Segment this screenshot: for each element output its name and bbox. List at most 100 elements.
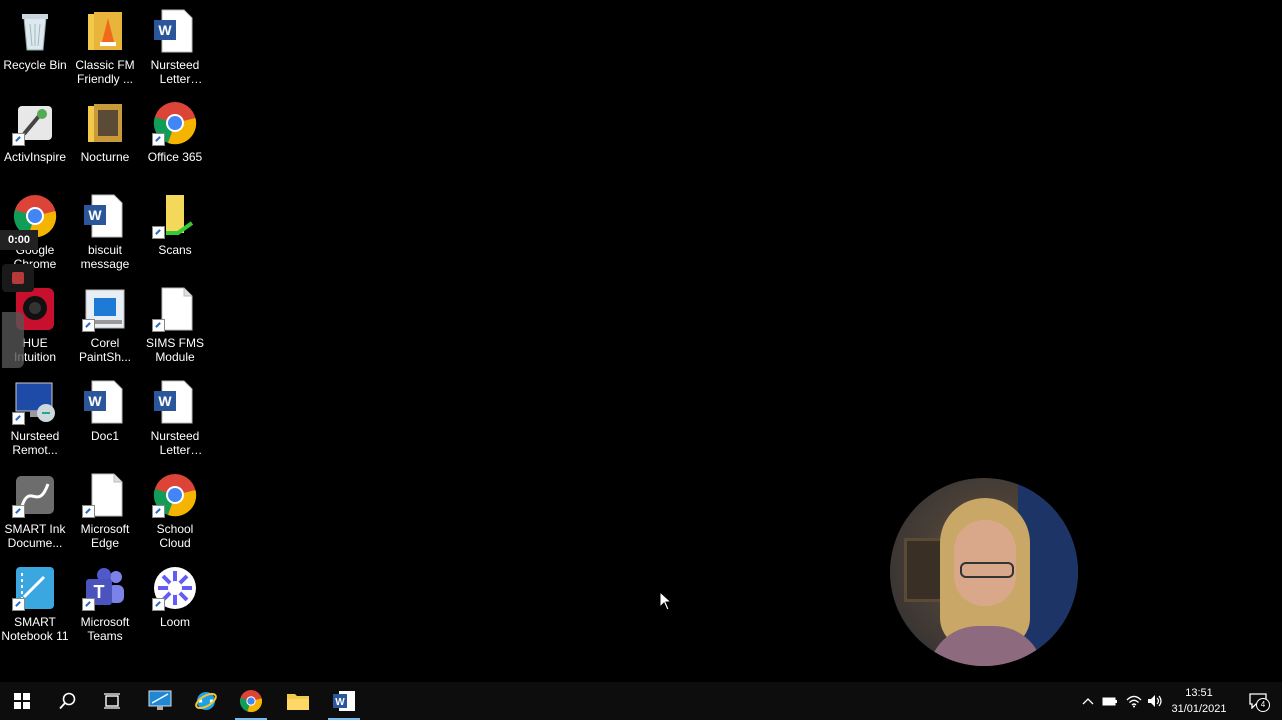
desktop-icon-activinspire[interactable]: ActivInspire [0,100,70,164]
battery-button[interactable] [1099,682,1121,720]
chevron-up-icon [1082,698,1094,705]
desktop-icon-nursteed-letter-head-1[interactable]: W Nursteed Letter Head... [140,8,210,86]
taskbar-remote-desktop[interactable] [138,682,182,720]
word-document-icon: W [152,8,198,54]
desktop-icon-nursteed-remote[interactable]: Nursteed Remot... [0,379,70,457]
clock-time: 13:51 [1185,687,1213,699]
desktop-icon-scans[interactable]: Scans [140,193,210,257]
stop-icon [12,272,24,284]
search-button[interactable] [46,682,90,720]
icon-label: Recycle Bin [3,58,67,72]
desktop: Recycle Bin ActivInspire Google Chrome H… [0,0,1282,682]
desktop-icon-corel[interactable]: Corel PaintSh... [70,286,140,364]
remote-desktop-icon [148,690,172,710]
taskbar-chrome[interactable] [229,682,273,720]
smart-ink-icon [12,472,58,518]
taskbar-file-explorer[interactable] [276,682,320,720]
desktop-icon-nocturne[interactable]: Nocturne [70,100,140,164]
stop-recording-button[interactable] [2,264,34,292]
shortcut-arrow-icon [152,598,165,611]
icon-label: Office 365 [147,150,203,164]
internet-explorer-icon [195,692,217,710]
desktop-icon-biscuit-message[interactable]: W biscuit message [70,193,140,271]
svg-text:W: W [158,393,172,409]
webcam-person-glasses [960,562,1014,578]
icon-label: Corel PaintSh... [78,336,132,364]
word-document-icon: W [152,379,198,425]
notification-count-badge: 4 [1256,698,1270,712]
file-explorer-icon [287,694,309,710]
icon-label: Loom [159,615,191,629]
svg-text:W: W [88,207,102,223]
taskbar-word[interactable]: W [322,682,366,720]
icon-label: Classic FM Friendly ... [75,58,135,86]
activinspire-icon [12,100,58,146]
recycle-bin-icon [12,8,58,54]
svg-text:T: T [94,582,105,602]
shortcut-arrow-icon [12,505,25,518]
remote-desktop-icon [12,379,58,425]
svg-text:W: W [335,697,345,708]
shortcut-arrow-icon [152,226,165,239]
clock-date: 31/01/2021 [1171,703,1227,715]
recording-timer: 0:00 [0,230,38,250]
show-hidden-icons-button[interactable] [1077,682,1099,720]
desktop-icon-smart-notebook[interactable]: SMART Notebook 11 [0,565,70,643]
shortcut-arrow-icon [82,598,95,611]
loom-icon [152,565,198,611]
battery-icon [1102,697,1117,706]
icon-label: biscuit message [80,243,130,271]
icon-label: School Cloud [156,522,194,550]
recorder-widget: 0:00 [0,230,38,370]
desktop-icon-microsoft-teams[interactable]: T Microsoft Teams [70,565,140,643]
task-view-button[interactable] [90,682,134,720]
wifi-icon [1126,695,1142,708]
folder-icon [82,100,128,146]
volume-button[interactable] [1144,682,1166,720]
svg-text:W: W [88,393,102,409]
word-document-icon: W [82,193,128,239]
icon-label: Nocturne [80,150,130,164]
desktop-icon-classic-fm[interactable]: Classic FM Friendly ... [70,8,140,86]
desktop-icon-school-cloud[interactable]: School Cloud [140,472,210,550]
word-document-icon: W [82,379,128,425]
desktop-icon-smart-ink[interactable]: SMART Ink Docume... [0,472,70,550]
desktop-icon-loom[interactable]: Loom [140,565,210,629]
shortcut-arrow-icon [152,505,165,518]
shortcut-arrow-icon [152,133,165,146]
chrome-icon [152,100,198,146]
icon-label: Microsoft Teams [80,615,130,643]
shortcut-arrow-icon [152,319,165,332]
mouse-cursor-icon [659,591,673,611]
desktop-icon-nursteed-letter-head-2[interactable]: W Nursteed Letter Head... [140,379,210,457]
word-icon: W [333,691,355,711]
taskbar-clock[interactable]: 13:51 31/01/2021 [1164,685,1234,717]
action-center-button[interactable]: 4 [1238,682,1278,720]
chrome-icon [152,472,198,518]
search-icon [59,692,76,710]
drag-handle[interactable] [2,312,24,368]
start-icon [14,693,30,709]
desktop-icon-recycle-bin[interactable]: Recycle Bin [0,8,70,72]
desktop-icon-sims-fms[interactable]: SIMS FMS Module [140,286,210,364]
icon-label: Nursteed Letter Head... [150,58,200,86]
chrome-icon [239,690,263,713]
webcam-bubble[interactable] [890,478,1078,666]
taskbar-internet-explorer[interactable] [184,682,228,720]
desktop-icon-microsoft-edge[interactable]: Microsoft Edge [70,472,140,550]
desktop-icon-doc1[interactable]: W Doc1 [70,379,140,443]
icon-label: Scans [158,243,192,257]
blank-file-icon [82,472,128,518]
icon-label: Microsoft Edge [80,522,130,550]
webcam-picture-frame [904,538,944,602]
task-view-icon [104,693,120,709]
icon-label: ActivInspire [3,150,67,164]
network-button[interactable] [1123,682,1145,720]
start-button[interactable] [0,682,44,720]
shortcut-arrow-icon [82,319,95,332]
shortcut-arrow-icon [12,412,25,425]
icon-label: Doc1 [90,429,119,443]
icon-label: SIMS FMS Module [145,336,204,364]
desktop-icon-office-365[interactable]: Office 365 [140,100,210,164]
smart-notebook-icon [12,565,58,611]
